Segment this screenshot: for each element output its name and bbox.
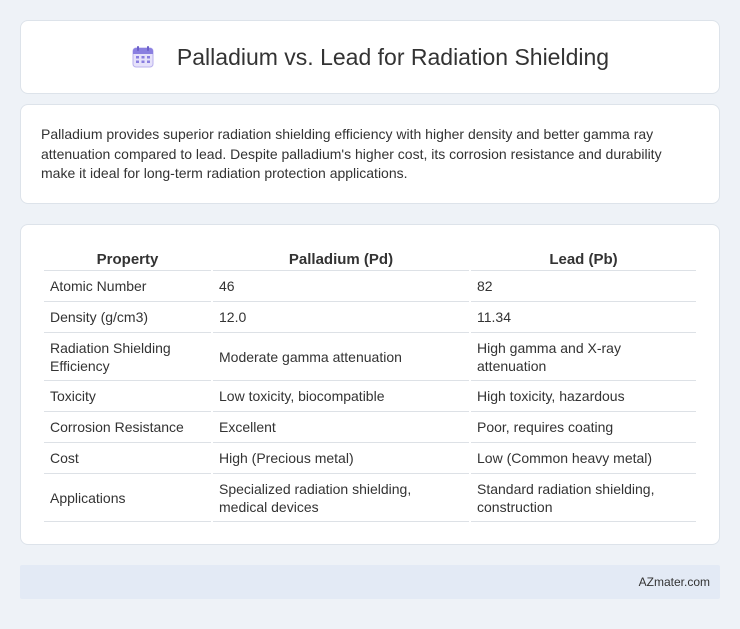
cell-property: Atomic Number <box>44 271 211 302</box>
cell-palladium: 46 <box>213 271 469 302</box>
cell-property: Density (g/cm3) <box>44 302 211 333</box>
cell-property: Toxicity <box>44 381 211 412</box>
summary-text: Palladium provides superior radiation sh… <box>41 126 662 181</box>
header-lead: Lead (Pb) <box>471 245 696 271</box>
cell-palladium: 12.0 <box>213 302 469 333</box>
table-row: Corrosion Resistance Excellent Poor, req… <box>44 412 696 443</box>
footer-bar: AZmater.com <box>20 565 720 599</box>
cell-lead: High gamma and X-ray attenuation <box>471 333 696 381</box>
table-row: Atomic Number 46 82 <box>44 271 696 302</box>
cell-lead: Low (Common heavy metal) <box>471 443 696 474</box>
table-card: Property Palladium (Pd) Lead (Pb) Atomic… <box>20 224 720 545</box>
cell-property: Cost <box>44 443 211 474</box>
cell-property: Radiation Shielding Efficiency <box>44 333 211 381</box>
header-property: Property <box>44 245 211 271</box>
header-palladium: Palladium (Pd) <box>213 245 469 271</box>
cell-lead: High toxicity, hazardous <box>471 381 696 412</box>
cell-palladium: Excellent <box>213 412 469 443</box>
cell-lead: Poor, requires coating <box>471 412 696 443</box>
table-row: Applications Specialized radiation shiel… <box>44 474 696 522</box>
comparison-table: Property Palladium (Pd) Lead (Pb) Atomic… <box>42 245 698 522</box>
summary-card: Palladium provides superior radiation sh… <box>20 104 720 204</box>
cell-lead: Standard radiation shielding, constructi… <box>471 474 696 522</box>
cell-property: Corrosion Resistance <box>44 412 211 443</box>
cell-lead: 82 <box>471 271 696 302</box>
table-row: Radiation Shielding Efficiency Moderate … <box>44 333 696 381</box>
footer-brand[interactable]: AZmater.com <box>639 575 710 589</box>
header-card: Palladium vs. Lead for Radiation Shieldi… <box>20 20 720 94</box>
calendar-icon <box>131 45 155 69</box>
table-row: Density (g/cm3) 12.0 11.34 <box>44 302 696 333</box>
cell-lead: 11.34 <box>471 302 696 333</box>
cell-palladium: High (Precious metal) <box>213 443 469 474</box>
cell-palladium: Moderate gamma attenuation <box>213 333 469 381</box>
table-row: Cost High (Precious metal) Low (Common h… <box>44 443 696 474</box>
table-row: Toxicity Low toxicity, biocompatible Hig… <box>44 381 696 412</box>
cell-palladium: Specialized radiation shielding, medical… <box>213 474 469 522</box>
page-title: Palladium vs. Lead for Radiation Shieldi… <box>176 43 610 70</box>
cell-property: Applications <box>44 474 211 522</box>
table-header-row: Property Palladium (Pd) Lead (Pb) <box>44 245 696 271</box>
title-wrap: Palladium vs. Lead for Radiation Shieldi… <box>131 44 609 71</box>
cell-palladium: Low toxicity, biocompatible <box>213 381 469 412</box>
